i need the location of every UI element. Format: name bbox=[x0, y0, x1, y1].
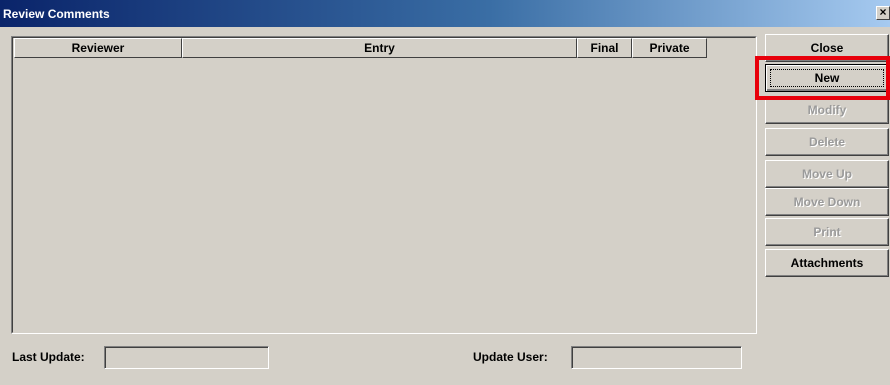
comments-list[interactable]: Reviewer Entry Final Private bbox=[11, 36, 757, 334]
column-header-final[interactable]: Final bbox=[577, 38, 632, 58]
title-bar: Review Comments × bbox=[0, 0, 890, 27]
close-button[interactable]: Close bbox=[765, 34, 889, 62]
close-icon[interactable]: × bbox=[876, 6, 890, 20]
print-button[interactable]: Print bbox=[765, 218, 889, 246]
modify-button[interactable]: Modify bbox=[765, 96, 889, 124]
move-up-button[interactable]: Move Up bbox=[765, 160, 889, 188]
new-button-label: New bbox=[814, 71, 840, 85]
column-header-private[interactable]: Private bbox=[632, 38, 707, 58]
attachments-button[interactable]: Attachments bbox=[765, 249, 889, 277]
last-update-field[interactable] bbox=[104, 346, 269, 369]
update-user-field[interactable] bbox=[571, 346, 742, 369]
column-header-entry[interactable]: Entry bbox=[182, 38, 577, 58]
last-update-label: Last Update: bbox=[12, 350, 85, 364]
update-user-label: Update User: bbox=[473, 350, 548, 364]
column-headers: Reviewer Entry Final Private bbox=[14, 38, 707, 58]
comments-list-body bbox=[12, 37, 756, 333]
delete-button[interactable]: Delete bbox=[765, 128, 889, 156]
move-down-button[interactable]: Move Down bbox=[765, 188, 889, 216]
new-button[interactable]: New bbox=[765, 64, 889, 92]
column-header-reviewer[interactable]: Reviewer bbox=[14, 38, 182, 58]
window-title: Review Comments bbox=[3, 7, 110, 21]
